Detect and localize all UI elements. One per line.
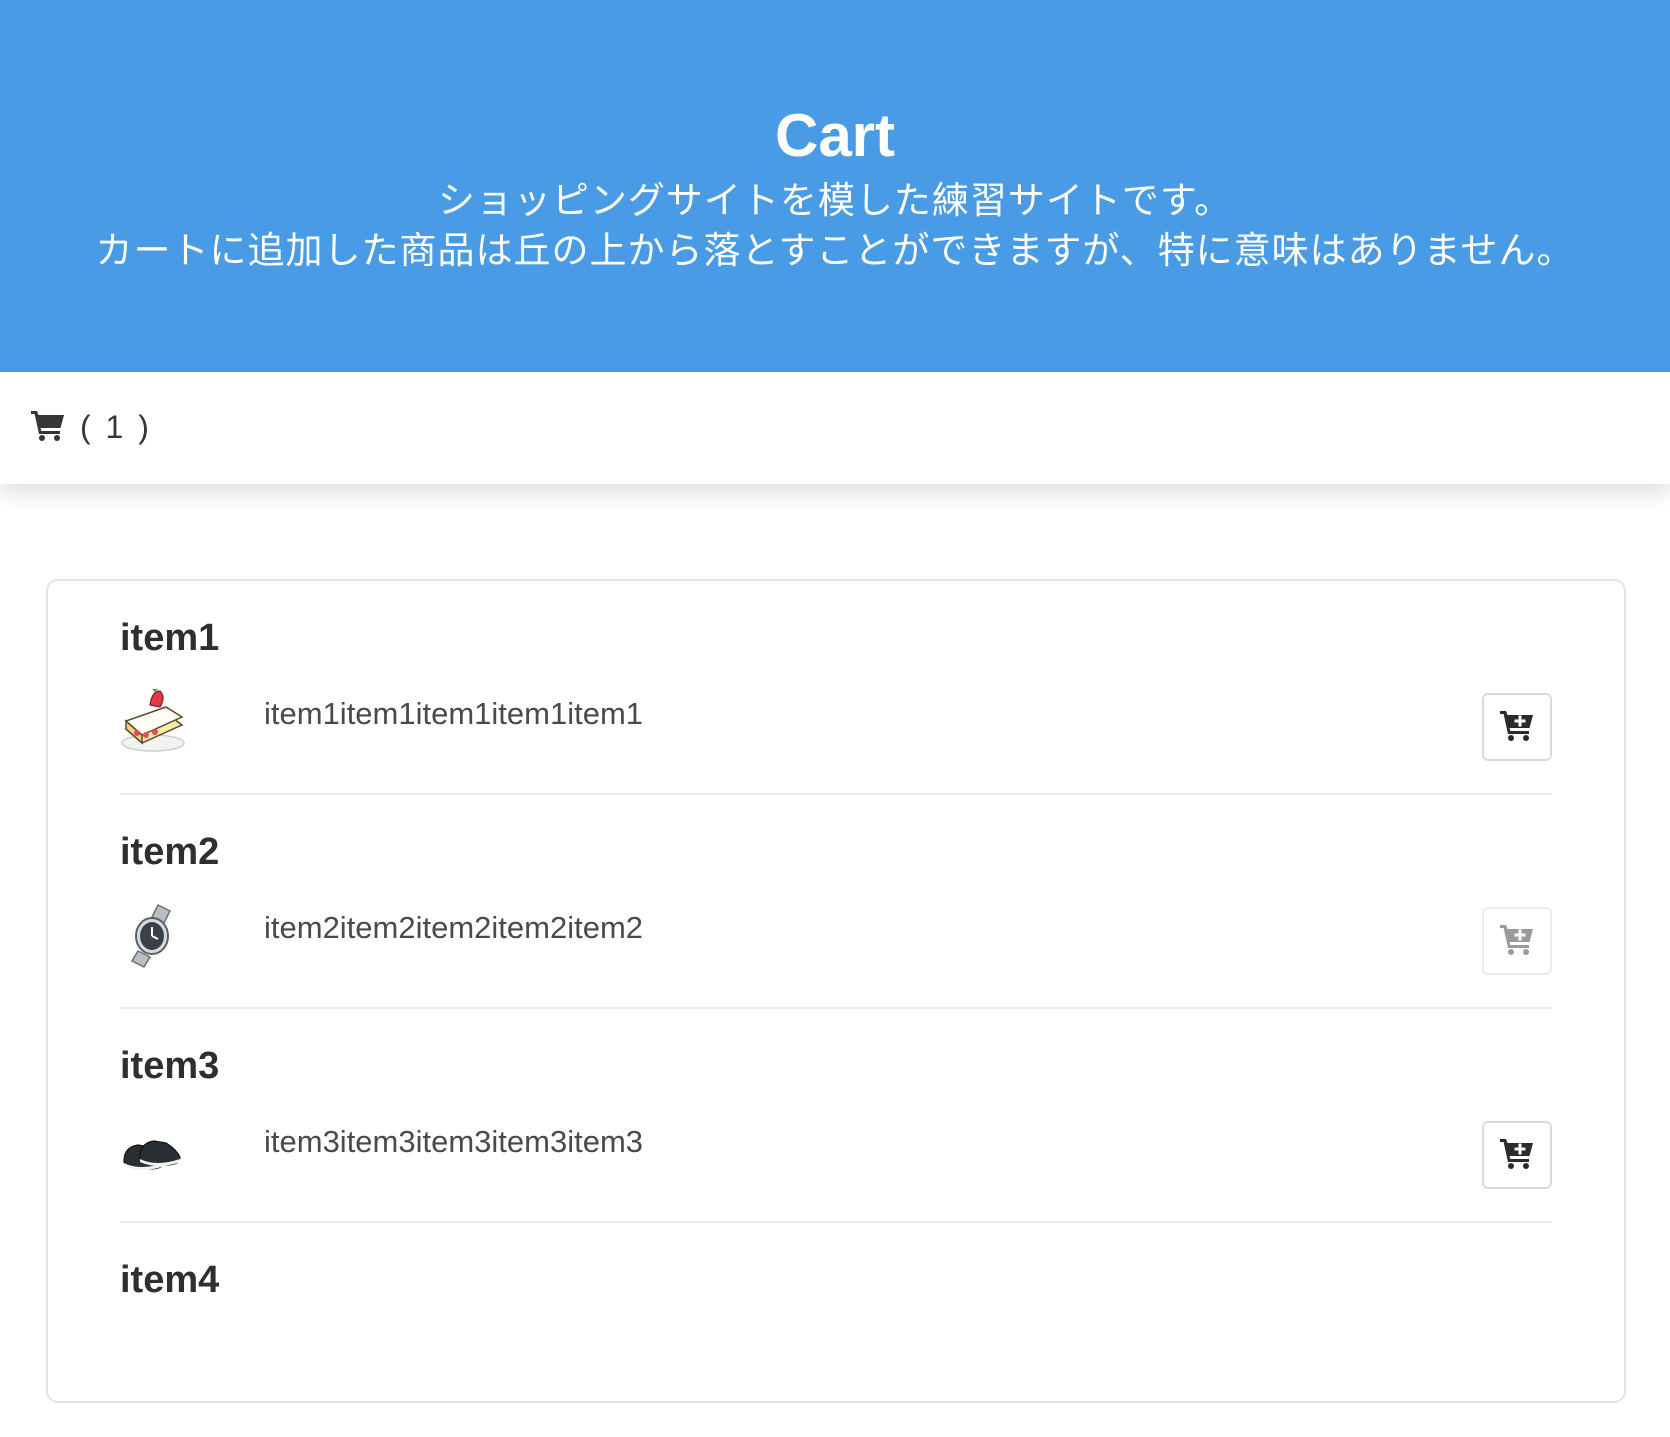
subtitle-line-1: ショッピングサイトを模した練習サイトです。 (437, 180, 1233, 221)
hero-banner: Cart ショッピングサイトを模した練習サイトです。 カートに追加した商品は丘の… (0, 0, 1670, 372)
page-title: Cart (774, 102, 896, 169)
cart-count: ( 1 ) (80, 408, 152, 445)
list-item: item4 (120, 1223, 1552, 1437)
subtitle-line-2: カートに追加した商品は丘の上から落とすことができますが、特に意味はありません。 (95, 230, 1575, 271)
item-name: item1 (120, 617, 220, 659)
item-description: item3item3item3item3item3 (264, 1124, 644, 1159)
slip-on-shoes-image (120, 1117, 186, 1183)
list-item: item2 item2item2item2item2item2 (120, 795, 1552, 1009)
page-subtitle: ショッピングサイトを模した練習サイトです。 カートに追加した商品は丘の上から落と… (0, 176, 1670, 276)
wristwatch-image (120, 903, 186, 969)
navbar: ( 1 ) (0, 372, 1670, 484)
cart-link[interactable]: ( 1 ) (30, 402, 152, 452)
item-description: item2item2item2item2item2 (264, 910, 644, 945)
item-description: item1item1item1item1item1 (264, 696, 644, 731)
cart-plus-icon (1499, 1136, 1535, 1175)
item-name: item2 (120, 831, 220, 873)
shopping-cart-icon (30, 408, 66, 447)
cart-plus-icon (1499, 922, 1535, 961)
cart-plus-icon (1499, 708, 1535, 747)
add-to-cart-button[interactable] (1482, 693, 1552, 761)
list-item: item3 item3item3item3item3item3 (120, 1009, 1552, 1223)
list-item: item1 item1item1item1item1item1 (120, 581, 1552, 795)
strawberry-shortcake-image (120, 689, 186, 755)
item-name: item4 (120, 1259, 220, 1301)
item-name: item3 (120, 1045, 220, 1087)
add-to-cart-button[interactable] (1482, 1121, 1552, 1189)
product-list: item1 item1item1item1item1item1 item2 it… (46, 579, 1626, 1403)
add-to-cart-button[interactable] (1482, 907, 1552, 975)
